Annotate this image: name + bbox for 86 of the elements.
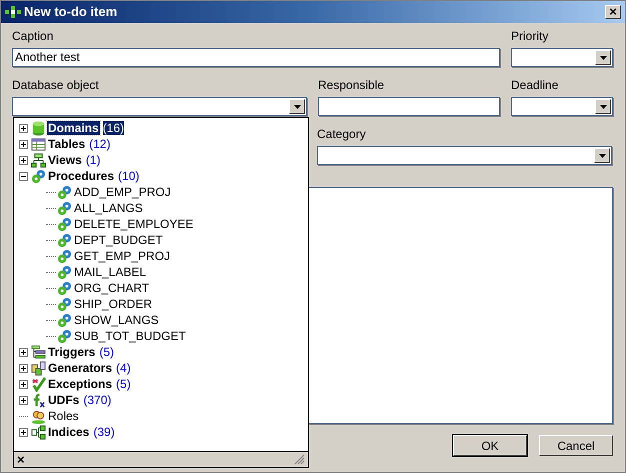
check-mark-icon bbox=[31, 376, 46, 392]
tree-item[interactable]: Triggers bbox=[47, 345, 96, 359]
dialog-button[interactable]: Cancel bbox=[539, 435, 613, 456]
app-icon bbox=[5, 6, 21, 18]
notes-field[interactable] bbox=[307, 187, 613, 424]
caption-field[interactable]: Another test bbox=[12, 48, 500, 67]
gears-icon bbox=[57, 296, 72, 312]
field-label: Deadline bbox=[511, 78, 560, 92]
tree-item[interactable]: ALL_LANGS bbox=[73, 201, 144, 215]
item-count: (12) bbox=[89, 137, 110, 151]
field-label: Priority bbox=[511, 29, 550, 43]
tree-item[interactable]: Exceptions bbox=[47, 377, 114, 391]
tree-item[interactable]: DEPT_BUDGET bbox=[73, 233, 164, 247]
expand-toggle[interactable] bbox=[19, 140, 28, 148]
dropdown-button[interactable] bbox=[595, 99, 611, 114]
clear-button[interactable]: × bbox=[17, 453, 25, 466]
hierarchy-icon bbox=[31, 152, 46, 168]
field-label: Category bbox=[317, 127, 367, 141]
expand-toggle[interactable] bbox=[19, 380, 28, 388]
tree-item[interactable]: ORG_CHART bbox=[73, 281, 150, 295]
item-count: (10) bbox=[118, 169, 140, 183]
tree-item[interactable]: Generators bbox=[47, 361, 114, 375]
gears-icon bbox=[57, 248, 72, 264]
tree-item[interactable]: DELETE_EMPLOYEE bbox=[73, 217, 194, 231]
item-count: (39) bbox=[93, 425, 115, 439]
dialog-button[interactable]: OK bbox=[453, 435, 527, 456]
database-object-dropdown[interactable] bbox=[12, 97, 307, 116]
gears-icon bbox=[57, 264, 72, 280]
dropdown-button[interactable] bbox=[289, 99, 305, 114]
expand-toggle[interactable] bbox=[19, 156, 28, 164]
resize-grip-icon bbox=[294, 454, 305, 465]
gears-icon bbox=[57, 328, 72, 344]
tree-item[interactable]: Procedures bbox=[47, 169, 116, 183]
tree-item[interactable]: Views bbox=[47, 153, 83, 167]
expand-toggle[interactable] bbox=[19, 124, 28, 132]
field-label: Database object bbox=[12, 78, 100, 92]
people-icon bbox=[31, 408, 46, 424]
item-count: (5) bbox=[99, 345, 114, 359]
gears-icon bbox=[57, 200, 72, 216]
priority-dropdown[interactable] bbox=[511, 48, 613, 67]
caret-down-icon bbox=[294, 104, 300, 108]
tree-item[interactable]: Roles bbox=[47, 409, 80, 423]
dropdown-button[interactable] bbox=[594, 148, 610, 163]
dropdown-button[interactable] bbox=[595, 50, 611, 65]
tree-item[interactable]: Domains bbox=[47, 121, 100, 135]
field-label: Responsible bbox=[318, 78, 386, 92]
numbered-boxes-icon bbox=[31, 360, 46, 376]
diagram-icon bbox=[31, 424, 46, 440]
expand-toggle[interactable] bbox=[19, 364, 28, 372]
responsible-field[interactable] bbox=[318, 97, 500, 116]
function-icon bbox=[31, 392, 46, 408]
field-label: Caption bbox=[12, 29, 54, 43]
tree-item[interactable]: Tables bbox=[47, 137, 86, 151]
cylinder-icon bbox=[31, 120, 46, 136]
item-count: (1) bbox=[86, 153, 100, 167]
expand-toggle[interactable] bbox=[19, 396, 28, 404]
tree-item[interactable]: UDFs bbox=[47, 393, 80, 407]
gears-icon bbox=[57, 232, 72, 248]
gears-icon bbox=[57, 216, 72, 232]
deadline-dropdown[interactable] bbox=[511, 97, 613, 116]
caret-down-icon bbox=[600, 56, 606, 60]
item-count: (16) bbox=[102, 121, 124, 135]
expand-toggle[interactable] bbox=[19, 348, 28, 356]
caret-down-icon bbox=[598, 154, 606, 158]
gears-icon bbox=[57, 184, 72, 200]
item-count: (4) bbox=[116, 361, 131, 375]
table-icon bbox=[31, 136, 46, 152]
bars-icon bbox=[31, 344, 46, 360]
tree-item[interactable]: Indices bbox=[47, 425, 90, 439]
window-title: New to-do item bbox=[24, 3, 118, 22]
expand-toggle[interactable] bbox=[19, 428, 28, 436]
caret-down-icon bbox=[600, 104, 606, 108]
close-button[interactable]: × bbox=[605, 5, 621, 19]
tree-item[interactable]: GET_EMP_PROJ bbox=[73, 249, 172, 263]
tree-item[interactable]: SHOW_LANGS bbox=[73, 313, 160, 327]
item-count: (370) bbox=[83, 393, 112, 407]
gears-icon bbox=[57, 280, 72, 296]
tree-item[interactable]: MAIL_LABEL bbox=[73, 265, 148, 279]
tree-item[interactable]: SHIP_ORDER bbox=[73, 297, 154, 311]
tree-item[interactable]: ADD_EMP_PROJ bbox=[73, 185, 172, 199]
collapse-toggle[interactable] bbox=[19, 172, 28, 180]
gears-icon bbox=[31, 168, 46, 184]
category-dropdown[interactable] bbox=[317, 146, 612, 165]
item-count: (5) bbox=[116, 377, 131, 391]
gears-icon bbox=[57, 312, 72, 328]
tree-item[interactable]: SUB_TOT_BUDGET bbox=[73, 329, 187, 343]
